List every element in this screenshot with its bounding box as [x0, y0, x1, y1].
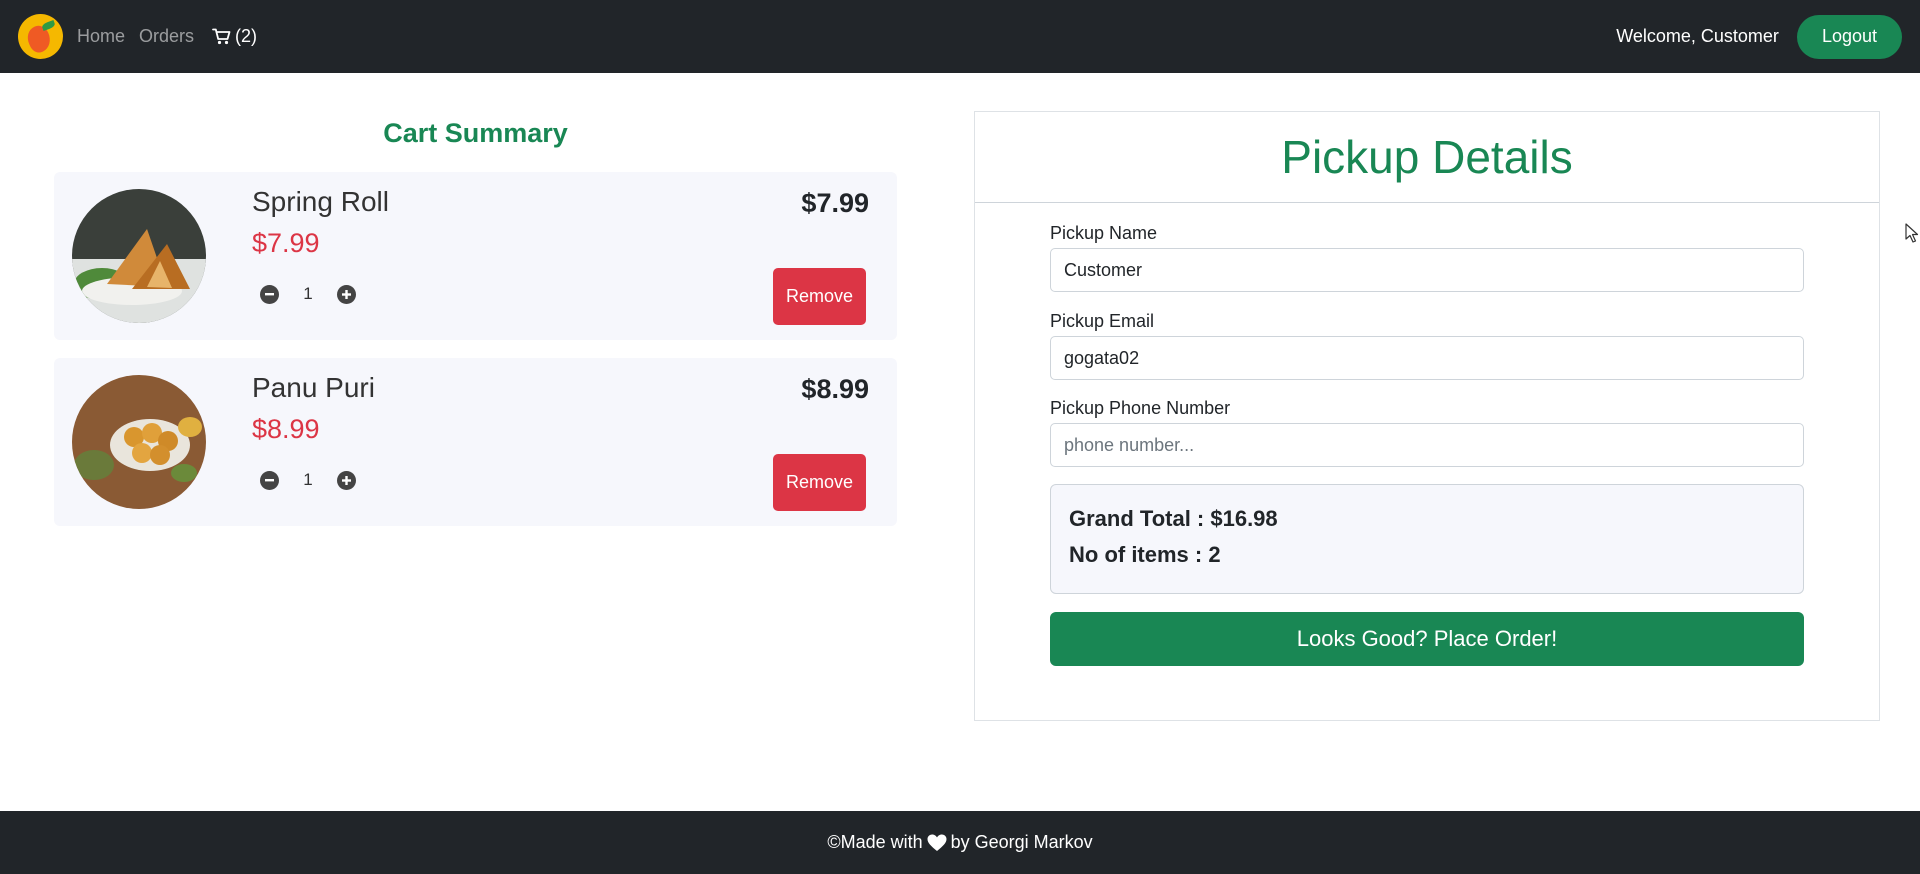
quantity-value: 1 — [303, 470, 313, 489]
cart-item: Spring Roll $7.99 1 $7.99 Remove — [54, 172, 897, 340]
quantity-value: 1 — [303, 284, 313, 303]
item-unit-price: $8.99 — [252, 414, 320, 444]
pickup-phone-label: Pickup Phone Number — [1050, 398, 1231, 418]
nav-cart-link[interactable]: (2) — [212, 26, 257, 47]
item-total-price: $7.99 — [801, 188, 869, 218]
spring-roll-image — [72, 189, 206, 323]
footer: ©Made with by Georgi Markov — [0, 811, 1920, 874]
heart-icon — [927, 834, 947, 852]
footer-prefix: ©Made with — [827, 832, 923, 852]
item-total-price: $8.99 — [801, 374, 869, 404]
minus-circle-icon[interactable] — [260, 284, 279, 304]
nav-orders-link[interactable]: Orders — [139, 26, 194, 47]
item-count: No of items : 2 — [1069, 542, 1221, 567]
quantity-stepper: 1 — [260, 284, 356, 304]
pickup-name-input[interactable] — [1050, 248, 1804, 292]
place-order-button[interactable]: Looks Good? Place Order! — [1050, 612, 1804, 666]
pickup-email-label: Pickup Email — [1050, 311, 1155, 331]
quantity-stepper: 1 — [260, 470, 356, 490]
pickup-name-label: Pickup Name — [1050, 223, 1158, 243]
item-name: Panu Puri — [252, 372, 375, 403]
item-unit-price: $7.99 — [252, 228, 320, 258]
navbar: Home Orders (2) Welcome, Customer Logout — [0, 0, 1920, 73]
order-summary-box: Grand Total : $16.98 No of items : 2 — [1050, 484, 1804, 594]
pickup-email-input[interactable] — [1050, 336, 1804, 380]
minus-circle-icon[interactable] — [260, 470, 279, 490]
remove-button[interactable]: Remove — [773, 268, 866, 325]
welcome-text: Welcome, Customer — [1616, 26, 1779, 46]
plus-circle-icon[interactable] — [337, 470, 356, 490]
cart-summary-title: Cart Summary — [383, 118, 568, 148]
panu-puri-image — [72, 375, 206, 509]
mango-logo-icon[interactable] — [18, 14, 63, 59]
nav-home-link[interactable]: Home — [77, 26, 125, 47]
mouse-cursor-icon — [1905, 223, 1919, 243]
pickup-title: Pickup Details — [1281, 131, 1573, 183]
logout-button[interactable]: Logout — [1796, 14, 1902, 59]
remove-button[interactable]: Remove — [773, 454, 866, 511]
pickup-details-card: Pickup Details Pickup Name Pickup Email … — [974, 111, 1880, 721]
item-name: Spring Roll — [252, 186, 389, 217]
cart-count: (2) — [235, 26, 258, 46]
grand-total: Grand Total : $16.98 — [1069, 506, 1278, 531]
plus-circle-icon[interactable] — [337, 284, 356, 304]
cart-icon — [212, 28, 231, 45]
footer-suffix: by Georgi Markov — [950, 832, 1093, 852]
pickup-phone-input[interactable] — [1050, 423, 1804, 467]
cart-item: Panu Puri $8.99 1 $8.99 Remove — [54, 358, 897, 526]
pickup-header: Pickup Details — [975, 112, 1879, 203]
